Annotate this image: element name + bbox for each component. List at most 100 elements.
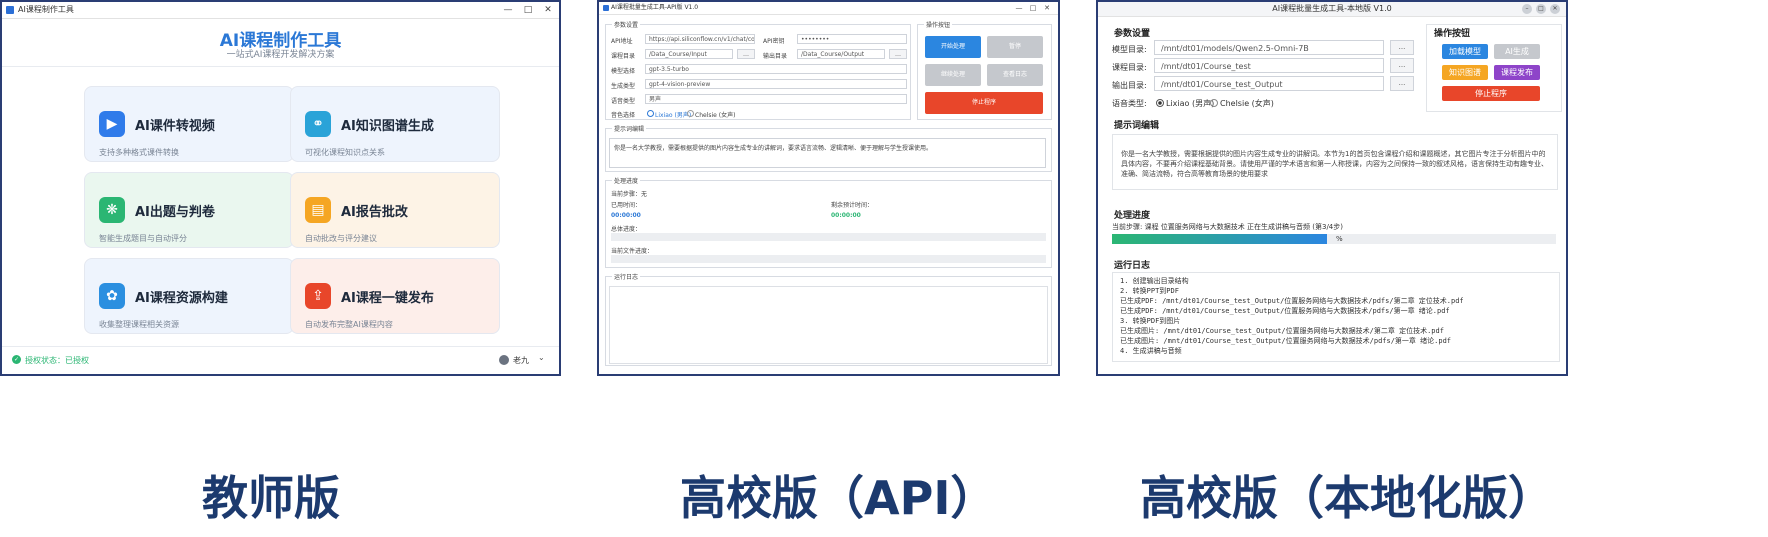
course-dir-input[interactable]: /Data_Course/Input [645, 49, 733, 59]
course-browse-button[interactable]: ... [1390, 58, 1414, 73]
group-title: 运行日志 [612, 272, 641, 281]
course-browse-button[interactable]: … [737, 49, 755, 59]
radio-male[interactable] [1156, 99, 1164, 107]
log-line: 已生成PDF: /mnt/dt01/Course_test_Output/位置服… [1120, 297, 1464, 305]
title-bar: AI课程制作工具 — □ ✕ [2, 2, 559, 19]
elapsed-time: 00:00:00 [611, 212, 641, 219]
overall-label: 总体进度： [611, 226, 642, 233]
label-model: 模型选择 [611, 68, 636, 75]
window-title: AI课程批量生成工具-本地版 V1.0 [1272, 4, 1392, 13]
caption-api: 高校版（API） [680, 471, 997, 525]
output-dir-input[interactable]: /mnt/dt01/Course_test_Output [1154, 76, 1384, 91]
caption-teacher: 教师版 [202, 471, 340, 525]
progress-bar [1112, 234, 1556, 244]
label-output-dir: 输出目录: [1112, 81, 1147, 90]
maximize-icon[interactable]: □ [521, 2, 535, 18]
label-timbre: 音色选择 [611, 112, 636, 119]
close-icon[interactable]: ✕ [1550, 4, 1560, 14]
feature-card[interactable]: ▶ AI课件转视频 支持多种格式课件转换 [84, 86, 294, 162]
api-url-input[interactable]: https://api.siliconflow.cn/v1/chat/compl… [645, 34, 755, 44]
overall-progress-bar [611, 233, 1046, 241]
feature-card[interactable]: ⚭ AI知识图谱生成可视化课程知识点关系 [290, 86, 500, 162]
gen-type-select[interactable]: gpt-4-vision-preview [645, 79, 907, 89]
prompt-textarea[interactable]: 你是一名大学教授，需要根据提供的图片内容生成专业的讲解词。本节为1的首页包含课程… [1112, 134, 1558, 190]
maximize-icon[interactable]: □ [1026, 2, 1040, 14]
license-status: 授权状态：已授权 [25, 356, 89, 365]
remain-label: 剩余预计时间： [831, 202, 874, 209]
log-line: 已生成PDF: /mnt/dt01/Course_test_Output/位置服… [1120, 307, 1450, 315]
voice-select[interactable]: 男声 [645, 94, 907, 104]
feature-card-title: AI课程资源构建 [135, 291, 228, 306]
progress-title: 处理进度 [1114, 211, 1151, 221]
log-button[interactable]: 查看日志 [987, 64, 1043, 86]
feature-card[interactable]: ❋ AI出题与判卷 智能生成题目与自动评分 [84, 172, 294, 248]
local-window: AI课程批量生成工具-本地版 V1.0 – □ ✕ 参数设置 模型目录: /mn… [1096, 0, 1568, 376]
minimize-icon[interactable]: — [1012, 2, 1026, 14]
feature-card-title: AI知识图谱生成 [341, 119, 434, 134]
feature-card-title: AI课件转视频 [135, 119, 215, 134]
label-api-key: API密钥 [763, 38, 785, 45]
resume-button[interactable]: 继续处理 [925, 64, 981, 86]
close-icon[interactable]: ✕ [1040, 2, 1054, 14]
log-line: 1. 创建输出目录结构 [1120, 277, 1189, 285]
radio-male[interactable] [647, 110, 654, 117]
feature-card-title: AI出题与判卷 [135, 205, 215, 220]
output-browse-button[interactable]: … [889, 49, 907, 59]
network-icon: ⚭ [305, 111, 331, 137]
window-title: AI课程制作工具 [18, 5, 74, 14]
group-title: 操作按钮 [924, 20, 953, 29]
log-title: 运行日志 [1114, 261, 1151, 271]
prompt-textarea[interactable]: 你是一名大学教授，需要根据提供的图片内容生成专业的讲解词，要求语言流畅、逻辑清晰… [609, 138, 1046, 168]
ai-generate-button[interactable]: AI生成 [1494, 44, 1540, 59]
remain-time: 00:00:00 [831, 212, 861, 219]
model-browse-button[interactable]: ... [1390, 40, 1414, 55]
label-gen-type: 生成类型 [611, 83, 636, 90]
label-model-dir: 模型目录: [1112, 45, 1147, 54]
app-icon [603, 5, 609, 11]
params-title: 参数设置 [1114, 29, 1151, 39]
page-subtitle: 一站式AI课程开发解决方案 [226, 50, 335, 60]
label-api-url: API地址 [611, 38, 633, 45]
log-line: 2. 转换PPT到PDF [1120, 287, 1179, 295]
teacher-window: AI课程制作工具 — □ ✕ AI课程制作工具 一站式AI课程开发解决方案 ▶ A… [0, 0, 561, 376]
stop-button[interactable]: 停止程序 [925, 92, 1043, 114]
feature-card[interactable]: ✿ AI课程资源构建 收集整理课程相关资源 [84, 258, 294, 334]
group-title: 处理进度 [612, 176, 641, 185]
course-dir-input[interactable]: /mnt/dt01/Course_test [1154, 58, 1384, 73]
feature-card[interactable]: ▤ AI报告批改 自动批改与评分建议 [290, 172, 500, 248]
pause-button[interactable]: 暂停 [987, 36, 1043, 58]
radio-female[interactable] [687, 110, 694, 117]
radio-female[interactable] [1210, 99, 1218, 107]
publish-button[interactable]: 课程发布 [1494, 65, 1540, 80]
close-icon[interactable]: ✕ [541, 2, 555, 18]
caption-local: 高校版（本地化版） [1140, 471, 1554, 525]
user-avatar[interactable] [499, 355, 509, 365]
feature-card-title: AI课程一键发布 [341, 291, 434, 306]
progress-text: % [1336, 235, 1343, 243]
model-select[interactable]: gpt-3.5-turbo [645, 64, 907, 74]
maximize-icon[interactable]: □ [1536, 4, 1546, 14]
user-name[interactable]: 老九 [513, 355, 529, 366]
upload-icon: ⇪ [305, 283, 331, 309]
api-key-input[interactable]: •••••••• [797, 34, 907, 44]
model-dir-input[interactable]: /mnt/dt01/models/Qwen2.5-Omni-7B [1154, 40, 1384, 55]
start-button[interactable]: 开始处理 [925, 36, 981, 58]
output-dir-input[interactable]: /Data_Course/Output [797, 49, 885, 59]
radio-female-label: Chelsie (女声) [695, 112, 736, 119]
minimize-icon[interactable]: — [501, 2, 515, 18]
feature-card-desc: 自动发布完整AI课程内容 [305, 320, 393, 329]
label-course-dir: 课程目录: [1112, 63, 1147, 72]
load-model-button[interactable]: 加载模型 [1442, 44, 1488, 59]
radio-male-label: Lixiao (男声) [655, 112, 692, 119]
feature-card-desc: 收集整理课程相关资源 [99, 320, 179, 329]
feature-card[interactable]: ⇪ AI课程一键发布自动发布完整AI课程内容 [290, 258, 500, 334]
title-bar: AI课程批量生成工具-本地版 V1.0 – □ ✕ [1098, 2, 1566, 17]
chevron-down-icon[interactable]: ⌄ [538, 353, 545, 362]
label-course-dir: 课程目录 [611, 53, 636, 60]
feature-card-desc: 可视化课程知识点关系 [305, 148, 385, 157]
knowledge-graph-button[interactable]: 知识图谱 [1442, 65, 1488, 80]
output-browse-button[interactable]: ... [1390, 76, 1414, 91]
stop-button[interactable]: 停止程序 [1442, 86, 1540, 101]
minimize-icon[interactable]: – [1522, 4, 1532, 14]
radio-female-label: Chelsie (女声) [1220, 99, 1274, 108]
